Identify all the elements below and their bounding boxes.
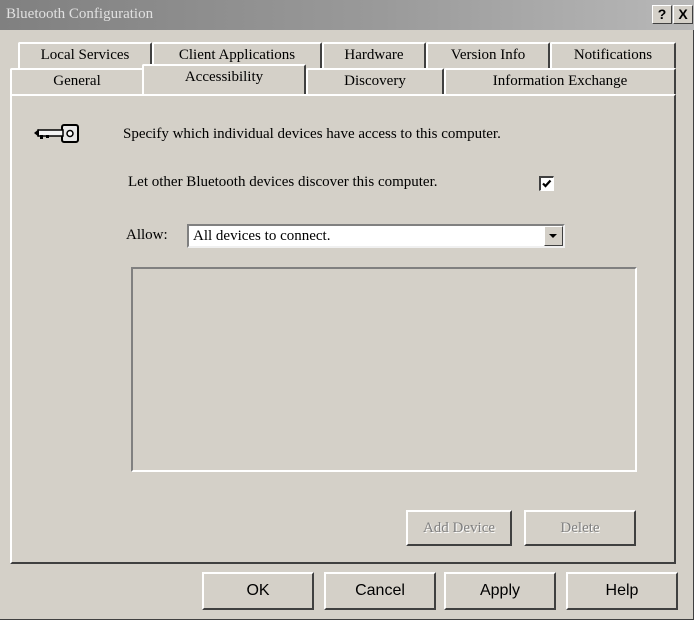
help-button[interactable]: Help [566,572,678,610]
access-description: Specify which individual devices have ac… [123,126,501,142]
allow-label: Allow: [126,227,168,243]
apply-button[interactable]: Apply [444,572,556,610]
close-button[interactable]: X [673,5,693,24]
tab-accessibility[interactable]: Accessibility [142,64,306,94]
add-device-button[interactable]: Add Device [406,510,512,546]
title-bar[interactable]: Bluetooth Configuration ? X [0,0,694,30]
tab-general[interactable]: General [10,68,144,94]
window-title: Bluetooth Configuration [6,6,154,22]
cancel-button[interactable]: Cancel [324,572,436,610]
allow-dropdown[interactable]: All devices to connect. [187,224,565,248]
help-question-button[interactable]: ? [652,5,672,24]
tab-discovery[interactable]: Discovery [306,68,444,94]
discover-checkbox[interactable] [539,176,554,191]
tab-information-exchange[interactable]: Information Exchange [444,68,676,94]
checkmark-icon [542,179,552,188]
allow-dropdown-value: All devices to connect. [193,228,331,244]
ok-button[interactable]: OK [202,572,314,610]
dropdown-button[interactable] [544,226,563,246]
accessibility-panel: Specify which individual devices have ac… [10,94,676,564]
discover-label: Let other Bluetooth devices discover thi… [128,174,438,190]
bluetooth-configuration-dialog: Bluetooth Configuration ? X Local Servic… [0,0,694,620]
tab-local-services[interactable]: Local Services [18,42,152,68]
device-list[interactable] [131,267,637,472]
delete-button[interactable]: Delete [524,510,636,546]
tab-version-info[interactable]: Version Info [426,42,550,68]
key-icon [32,122,82,151]
tab-hardware[interactable]: Hardware [322,42,426,68]
chevron-down-icon [549,234,557,238]
tab-notifications[interactable]: Notifications [550,42,676,68]
